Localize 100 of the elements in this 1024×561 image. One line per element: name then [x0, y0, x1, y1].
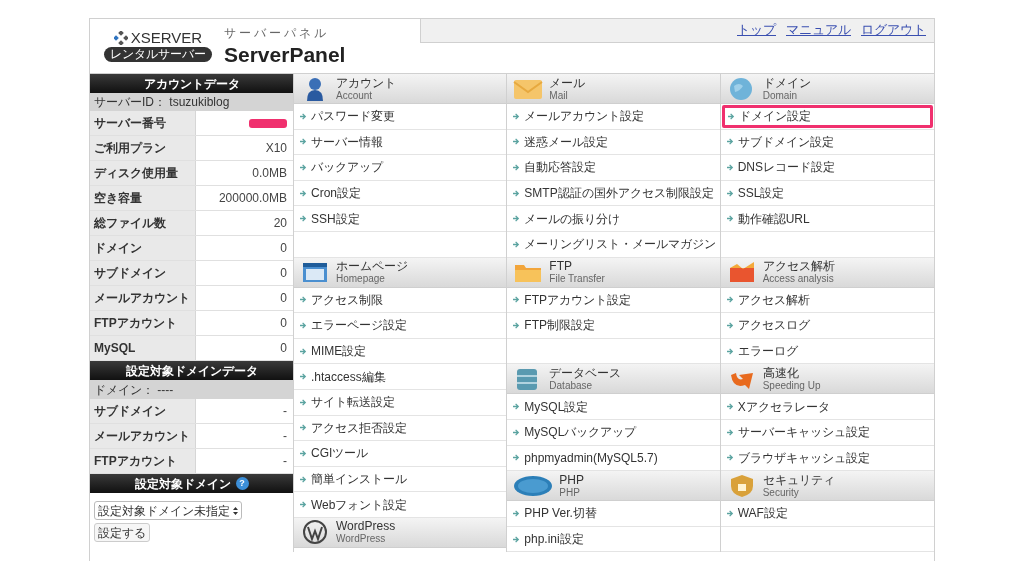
menu-link[interactable]: サイト転送設定: [297, 390, 504, 414]
section-title: ホームページ: [336, 260, 408, 274]
arrow-icon: [726, 138, 734, 146]
data-value: 0: [280, 290, 287, 307]
menu-link[interactable]: SSL設定: [723, 181, 931, 205]
menu-link[interactable]: サーバーキャッシュ設定: [723, 420, 931, 444]
arrow-icon: [300, 164, 307, 171]
arrow-icon: [513, 535, 521, 543]
arrow-icon: [513, 321, 521, 329]
arrow-icon: [300, 398, 307, 406]
arrow-icon: [300, 501, 307, 509]
menu-link[interactable]: 簡単インストール: [297, 467, 504, 491]
set-button[interactable]: 設定する: [94, 523, 150, 542]
nav-link[interactable]: マニュアル: [786, 21, 851, 40]
arrow-icon: [300, 321, 307, 329]
section-title: 高速化: [762, 366, 800, 380]
section-subtitle: Account: [336, 89, 374, 101]
section-title: FTP: [549, 260, 573, 274]
menu-link[interactable]: エラーページ設定: [297, 314, 504, 337]
nav-link[interactable]: ログアウト: [861, 21, 926, 40]
data-label: サーバー番号: [90, 111, 196, 135]
menu-link[interactable]: SMTP認証の国外アクセス制限設定: [510, 181, 717, 205]
panel-heading: 設定対象ドメイン ?: [90, 474, 293, 493]
data-label: FTPアカウント: [90, 449, 196, 473]
domain-select[interactable]: 設定対象ドメイン未指定: [94, 501, 242, 520]
data-value: 0.0MB: [252, 165, 287, 182]
menu-link[interactable]: パスワード変更: [297, 105, 504, 128]
arrow-icon: [726, 296, 734, 304]
menu-link[interactable]: FTP制限設定: [510, 314, 717, 337]
menu-link[interactable]: Xアクセラレータ: [723, 395, 931, 418]
arrow-icon: [513, 454, 521, 462]
section-title: WordPress: [336, 520, 396, 534]
menu-link[interactable]: 迷惑メール設定: [510, 130, 717, 154]
arrow-icon: [300, 347, 307, 355]
menu-link[interactable]: アクセス制限: [297, 288, 504, 312]
diamond-logo-icon: [113, 30, 128, 45]
arrow-icon: [513, 138, 521, 146]
menu-link[interactable]: エラーログ: [723, 339, 931, 363]
menu-link[interactable]: php.ini設定: [510, 527, 717, 551]
arrow-icon: [513, 240, 521, 248]
arrow-icon: [513, 428, 521, 436]
arrow-icon: [726, 403, 734, 411]
data-value: X10: [265, 140, 287, 157]
data-label: メールアカウント: [90, 286, 196, 310]
arrow-icon: [513, 509, 521, 517]
section-title: データベース: [549, 366, 622, 380]
arrow-icon: [300, 373, 307, 381]
menu-link[interactable]: アクセスログ: [723, 314, 931, 337]
product-kana: サーバーパネル: [224, 26, 330, 42]
menu-link[interactable]: SSH設定: [297, 207, 504, 230]
arrow-icon: [300, 296, 307, 304]
data-label: サブドメイン: [90, 399, 196, 423]
panel-heading: 設定対象ドメインデータ: [90, 361, 293, 380]
section-subtitle: Speeding Up: [762, 379, 821, 391]
panel-heading: アカウントデータ: [90, 74, 293, 93]
arrow-icon: [726, 189, 734, 197]
menu-link[interactable]: PHP Ver.切替: [510, 502, 717, 525]
menu-link[interactable]: DNSレコード設定: [723, 156, 931, 179]
arrow-icon: [726, 454, 734, 462]
menu-link[interactable]: MIME設定: [297, 339, 504, 363]
menu-link[interactable]: アクセス解析: [723, 288, 931, 312]
menu-link[interactable]: phpmyadmin(MySQL5.7): [510, 446, 717, 470]
arrow-icon: [513, 112, 521, 120]
brand-badge: レンタルサーバー: [104, 47, 212, 62]
menu-link[interactable]: メールアカウント設定: [510, 105, 717, 128]
menu-link[interactable]: 動作確認URL: [723, 207, 931, 230]
section-subtitle: Database: [549, 379, 594, 391]
section-subtitle: Mail: [549, 89, 569, 101]
data-value: 200000.0MB: [218, 190, 287, 207]
menu-link[interactable]: Cron設定: [297, 181, 504, 205]
menu-link[interactable]: 自動応答設定: [510, 156, 717, 179]
menu-link[interactable]: MySQL設定: [510, 395, 717, 418]
arrow-icon: [300, 112, 307, 120]
data-label: MySQL: [90, 336, 196, 360]
menu-link[interactable]: Webフォント設定: [297, 493, 504, 516]
menu-link[interactable]: アクセス拒否設定: [297, 416, 504, 440]
menu-link[interactable]: MySQLバックアップ: [510, 420, 717, 444]
menu-link[interactable]: .htaccess編集: [297, 365, 504, 388]
section-subtitle: WordPress: [336, 533, 387, 545]
menu-link[interactable]: ブラウザキャッシュ設定: [723, 446, 931, 470]
menu-link[interactable]: WAF設定: [723, 502, 931, 525]
arrow-icon: [300, 215, 307, 223]
data-label: サブドメイン: [90, 261, 196, 285]
nav-link[interactable]: トップ: [737, 21, 776, 40]
menu-link[interactable]: メーリングリスト・メールマガジン: [510, 232, 717, 256]
data-label: 総ファイル数: [90, 211, 196, 235]
section-subtitle: Domain: [762, 89, 799, 101]
menu-link[interactable]: サブドメイン設定: [723, 130, 931, 154]
menu-link[interactable]: FTPアカウント設定: [510, 288, 717, 312]
arrow-icon: [726, 347, 734, 355]
server-id: サーバーID： tsuzukiblog: [90, 93, 293, 111]
menu-link[interactable]: メールの振り分け: [510, 207, 717, 230]
section-title: PHP: [559, 473, 584, 487]
arrow-icon: [513, 215, 521, 223]
menu-link[interactable]: サーバー情報: [297, 130, 504, 154]
menu-link[interactable]: CGIツール: [297, 442, 504, 465]
menu-link[interactable]: バックアップ: [297, 156, 504, 179]
data-label: FTPアカウント: [90, 311, 196, 335]
menu-link[interactable]: ドメイン設定: [721, 105, 933, 128]
window-icon: [300, 260, 330, 285]
